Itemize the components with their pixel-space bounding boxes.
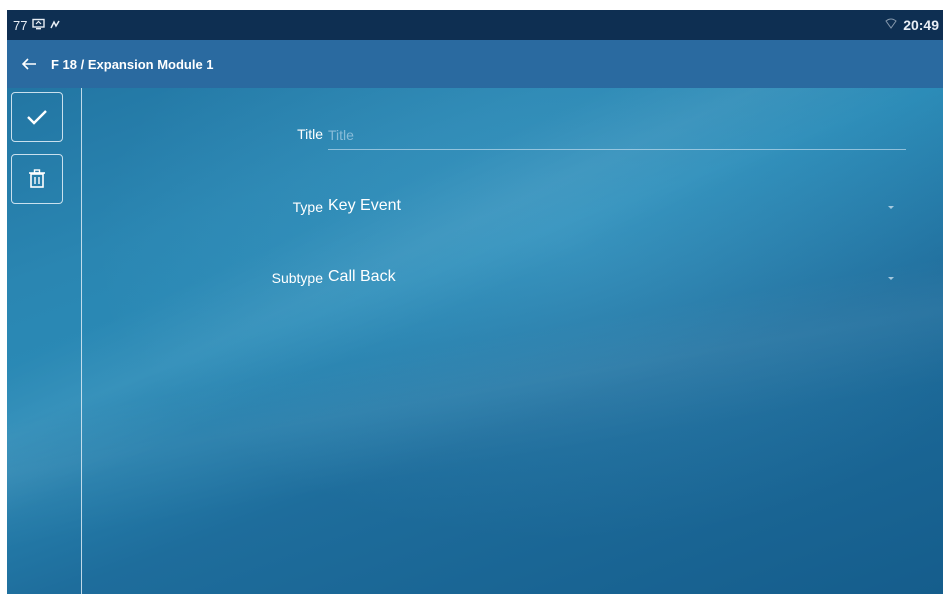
clock: 20:49 — [903, 17, 939, 33]
title-field — [328, 116, 906, 156]
status-bar: 77 20:49 — [7, 10, 943, 40]
status-right: 20:49 — [885, 17, 943, 33]
screen-share-icon — [32, 18, 46, 33]
status-number: 77 — [13, 17, 28, 33]
trash-icon — [29, 169, 45, 188]
signal-icon — [50, 18, 61, 33]
dropdown-arrow-icon — [888, 206, 894, 209]
subtype-label: Subtype — [271, 270, 323, 286]
delete-button[interactable] — [11, 154, 63, 204]
type-label: Type — [292, 199, 323, 215]
action-column — [7, 88, 82, 594]
type-select[interactable]: Key Event — [328, 189, 906, 229]
title-label: Title — [297, 126, 323, 142]
checkmark-icon — [27, 110, 47, 125]
wifi-icon — [885, 18, 897, 33]
title-input[interactable] — [328, 124, 906, 146]
title-underline — [328, 149, 906, 150]
form-row-type: Type Key Event — [81, 189, 943, 229]
background-sheen — [7, 10, 943, 594]
status-left: 77 — [7, 18, 61, 33]
form-row-title: Title — [81, 116, 943, 156]
dropdown-arrow-icon — [888, 277, 894, 280]
phone-screen: 77 20:49 F 18 / Expansion Module 1 Title… — [7, 10, 943, 594]
back-button[interactable] — [11, 40, 47, 88]
title-bar: F 18 / Expansion Module 1 — [7, 40, 943, 88]
form-row-subtype: Subtype Call Back — [81, 260, 943, 300]
type-value: Key Event — [328, 197, 401, 214]
subtype-value: Call Back — [328, 268, 396, 285]
save-button[interactable] — [11, 92, 63, 142]
page-title: F 18 / Expansion Module 1 — [51, 56, 214, 72]
subtype-select[interactable]: Call Back — [328, 260, 906, 300]
arrow-left-icon — [21, 58, 36, 70]
